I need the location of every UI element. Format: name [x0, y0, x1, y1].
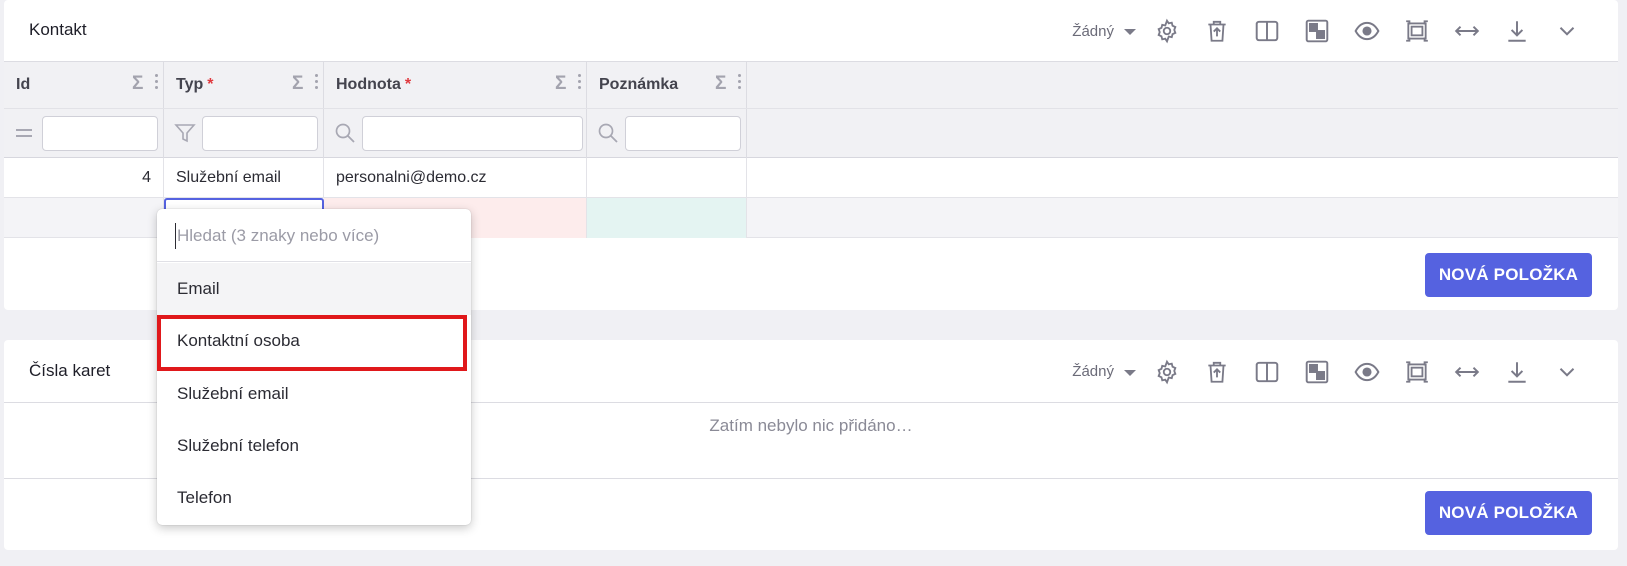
sigma-icon[interactable]: Σ [292, 73, 303, 95]
dropdown-search-input[interactable] [175, 223, 445, 249]
column-title: Id [16, 76, 31, 93]
cell-id[interactable]: 4 [4, 158, 164, 198]
caret-down-icon [1124, 29, 1136, 35]
trash-upload-icon[interactable] [1192, 11, 1242, 51]
column-title: Hodnota * [336, 76, 412, 93]
panel-toolbar: Žádný [1072, 340, 1592, 403]
dropdown-option[interactable]: Služební telefon [157, 420, 471, 472]
download-icon[interactable] [1492, 352, 1542, 392]
panel-toolbar: Žádný [1072, 0, 1592, 62]
cell-poznamka[interactable] [587, 198, 747, 238]
columns-icon[interactable] [1242, 352, 1292, 392]
dropdown-option[interactable]: Kontaktní osoba [157, 315, 471, 367]
sigma-icon[interactable]: Σ [132, 73, 143, 95]
trash-upload-icon[interactable] [1192, 352, 1242, 392]
filter-input-hodnota[interactable] [362, 116, 583, 151]
cell-poznamka[interactable] [587, 158, 747, 198]
frame-icon[interactable] [1392, 11, 1442, 51]
search-icon[interactable] [597, 122, 619, 144]
new-item-button[interactable]: NOVÁ POLOŽKA [1425, 491, 1592, 535]
frame-icon[interactable] [1392, 352, 1442, 392]
checker-icon[interactable] [1292, 11, 1342, 51]
horizontal-arrows-icon[interactable] [1442, 11, 1492, 51]
equals-icon[interactable] [13, 122, 35, 144]
mode-select-value: Žádný [1072, 22, 1114, 40]
filter-input-id[interactable] [42, 116, 158, 151]
funnel-icon[interactable] [174, 122, 196, 144]
mode-select[interactable]: Žádný [1072, 23, 1136, 40]
dropdown-search [157, 209, 471, 262]
filter-input-typ[interactable] [202, 116, 318, 151]
dropdown-option[interactable]: Služební email [157, 368, 471, 420]
contact-panel-header: Kontakt Žádný [4, 0, 1618, 62]
horizontal-arrows-icon[interactable] [1442, 352, 1492, 392]
checker-icon[interactable] [1292, 352, 1342, 392]
eye-icon[interactable] [1342, 352, 1392, 392]
cell-id[interactable] [4, 198, 164, 238]
grid-header: Id Σ Typ * Σ Hodnota * Σ Poznámka Σ [4, 62, 1618, 158]
column-title: Typ * [176, 76, 214, 93]
column-menu-icon[interactable] [578, 74, 582, 92]
chevron-down-icon[interactable] [1542, 352, 1592, 392]
column-menu-icon[interactable] [738, 74, 742, 92]
dropdown-option[interactable]: Email [157, 263, 471, 315]
eye-icon[interactable] [1342, 11, 1392, 51]
column-title: Poznámka [599, 76, 679, 93]
required-mark: * [404, 76, 412, 93]
panel-title: Kontakt [29, 20, 87, 39]
dropdown-option[interactable]: Telefon [157, 472, 471, 524]
required-mark: * [207, 76, 214, 93]
gear-icon[interactable] [1142, 11, 1192, 51]
mode-select[interactable]: Žádný [1072, 363, 1136, 380]
search-icon[interactable] [334, 122, 356, 144]
mode-select-value: Žádný [1072, 363, 1114, 380]
column-menu-icon[interactable] [155, 74, 159, 92]
download-icon[interactable] [1492, 11, 1542, 51]
columns-icon[interactable] [1242, 11, 1292, 51]
column-menu-icon[interactable] [315, 74, 319, 92]
type-dropdown: Email Kontaktní osoba Služební email Slu… [157, 209, 471, 525]
table-row[interactable]: 4 Služební email personalni@demo.cz [4, 158, 1618, 198]
chevron-down-icon[interactable] [1542, 11, 1592, 51]
sigma-icon[interactable]: Σ [555, 73, 566, 95]
gear-icon[interactable] [1142, 352, 1192, 392]
filter-input-poznamka[interactable] [625, 116, 741, 151]
sigma-icon[interactable]: Σ [715, 73, 726, 95]
filter-row [4, 108, 1618, 158]
panel-title: Čísla karet [29, 361, 111, 380]
cell-typ[interactable]: Služební email [164, 158, 324, 198]
cell-hodnota[interactable]: personalni@demo.cz [324, 158, 587, 198]
new-item-button[interactable]: NOVÁ POLOŽKA [1425, 253, 1592, 297]
caret-down-icon [1124, 369, 1136, 376]
